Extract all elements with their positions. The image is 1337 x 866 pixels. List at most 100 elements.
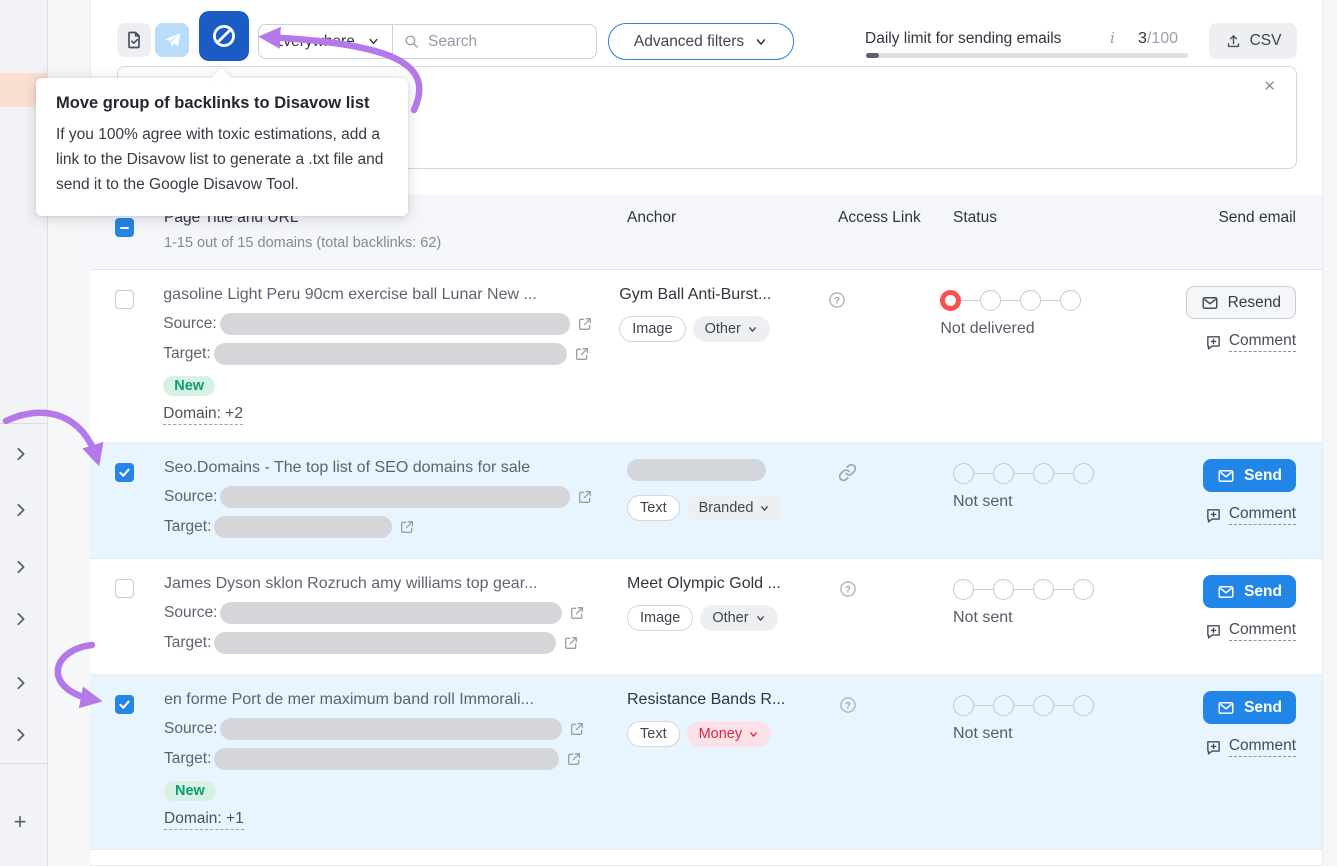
search-input[interactable]: Search — [393, 25, 596, 58]
anchor-type-tag: Text — [627, 721, 680, 747]
external-link-icon[interactable] — [574, 346, 590, 362]
chevron-down-icon — [748, 729, 759, 740]
table-body: gasoline Light Peru 90cm exercise ball L… — [90, 270, 1322, 866]
comment-link[interactable]: Comment — [1205, 332, 1296, 352]
info-icon[interactable]: i — [1110, 29, 1115, 47]
chevron-right-icon — [14, 447, 28, 461]
sidebar-expand-button[interactable] — [8, 554, 34, 580]
add-button[interactable]: + — [6, 808, 34, 836]
domain-link[interactable]: Domain: +1 — [164, 810, 244, 830]
sidebar-expand-button[interactable] — [8, 670, 34, 696]
source-url-redacted — [220, 313, 570, 335]
row-checkbox[interactable] — [115, 695, 134, 714]
sidebar-divider — [0, 423, 48, 424]
row-checkbox[interactable] — [115, 579, 134, 598]
external-link-icon[interactable] — [577, 489, 593, 505]
results-summary: 1-15 out of 15 domains (total backlinks:… — [164, 235, 441, 251]
svg-text:?: ? — [845, 700, 851, 710]
page-title[interactable]: James Dyson sklon Rozruch amy williams t… — [164, 575, 627, 593]
anchor-text: Resistance Bands R... — [627, 691, 838, 709]
move-to-disavow-button[interactable] — [199, 11, 249, 61]
external-link-icon[interactable] — [569, 605, 585, 621]
daily-limit-total: /100 — [1147, 30, 1178, 47]
external-link-icon[interactable] — [563, 635, 579, 651]
resend-label: Resend — [1228, 294, 1281, 312]
search-scope-value: Everywhere — [273, 33, 355, 51]
help-icon[interactable]: ? — [827, 290, 847, 310]
domain-link[interactable]: Domain: +2 — [163, 405, 243, 425]
chevron-down-icon — [759, 503, 770, 514]
external-link-icon[interactable] — [569, 721, 585, 737]
row-checkbox[interactable] — [115, 290, 134, 309]
anchor-type-tag: Image — [627, 605, 693, 631]
table-row-partial — [90, 850, 1322, 866]
send-emails-button[interactable] — [155, 23, 189, 57]
disavow-tooltip: Move group of backlinks to Disavow list … — [36, 78, 408, 216]
svg-text:?: ? — [834, 295, 840, 305]
page-title[interactable]: Seo.Domains - The top list of SEO domain… — [164, 459, 627, 477]
source-url-redacted — [220, 718, 562, 740]
sidebar-expand-button[interactable] — [8, 441, 34, 467]
sidebar-expand-button[interactable] — [8, 497, 34, 523]
sidebar-expand-button[interactable] — [8, 722, 34, 748]
anchor-category-dropdown[interactable]: Other — [693, 316, 770, 342]
envelope-icon — [1201, 294, 1219, 312]
search-field-group: Everywhere Search — [258, 24, 597, 59]
chevron-down-icon — [755, 613, 766, 624]
target-url-redacted — [214, 748, 559, 770]
daily-limit-value: 3/100 — [1138, 30, 1178, 48]
status-text: Not delivered — [940, 320, 1185, 338]
status-stepper — [953, 695, 1202, 716]
chevron-right-icon — [14, 728, 28, 742]
right-gutter — [1322, 0, 1337, 866]
access-link-icon[interactable] — [838, 463, 857, 482]
page-title[interactable]: en forme Port de mer maximum band roll I… — [164, 691, 627, 709]
svg-text:?: ? — [845, 584, 851, 594]
comment-link[interactable]: Comment — [1205, 505, 1296, 525]
help-icon[interactable]: ? — [838, 695, 858, 715]
export-csv-button[interactable]: CSV — [1209, 23, 1297, 59]
comment-plus-icon — [1205, 739, 1222, 756]
daily-limit-progress-bar — [866, 53, 1188, 58]
status-stepper — [940, 290, 1185, 311]
daily-limit-label: Daily limit for sending emails — [865, 30, 1061, 48]
send-email-button[interactable]: Send — [1203, 459, 1296, 492]
column-send-email: Send email — [1218, 209, 1296, 227]
new-badge: New — [164, 781, 216, 801]
advanced-filters-button[interactable]: Advanced filters — [608, 23, 794, 60]
chevron-right-icon — [14, 612, 28, 626]
search-scope-dropdown[interactable]: Everywhere — [259, 25, 393, 58]
external-link-icon[interactable] — [399, 519, 415, 535]
table-row: James Dyson sklon Rozruch amy williams t… — [90, 559, 1322, 675]
external-link-icon[interactable] — [566, 751, 582, 767]
column-status: Status — [953, 209, 997, 227]
anchor-category-dropdown[interactable]: Branded — [687, 495, 783, 521]
chevron-right-icon — [14, 676, 28, 690]
page-title[interactable]: gasoline Light Peru 90cm exercise ball L… — [163, 286, 619, 304]
resend-email-button[interactable]: Resend — [1186, 286, 1296, 319]
export-report-button[interactable] — [117, 23, 151, 57]
anchor-category-dropdown[interactable]: Other — [700, 605, 777, 631]
comment-plus-icon — [1205, 623, 1222, 640]
source-url-redacted — [220, 602, 562, 624]
help-icon[interactable]: ? — [838, 579, 858, 599]
external-link-icon[interactable] — [577, 316, 593, 332]
status-text: Not sent — [953, 725, 1202, 743]
close-icon[interactable]: ✕ — [1263, 77, 1276, 95]
new-badge: New — [163, 376, 215, 396]
row-checkbox[interactable] — [115, 463, 134, 482]
comment-link[interactable]: Comment — [1205, 737, 1296, 757]
send-email-button[interactable]: Send — [1203, 575, 1296, 608]
search-icon — [403, 33, 420, 50]
send-label: Send — [1244, 583, 1282, 601]
disavow-no-entry-icon — [210, 22, 238, 50]
sidebar-expand-button[interactable] — [8, 606, 34, 632]
anchor-category-dropdown[interactable]: Money — [687, 721, 772, 747]
comment-link[interactable]: Comment — [1205, 621, 1296, 641]
paper-plane-icon — [163, 31, 182, 50]
envelope-icon — [1217, 467, 1235, 485]
send-email-button[interactable]: Send — [1203, 691, 1296, 724]
send-label: Send — [1244, 699, 1282, 717]
csv-label: CSV — [1250, 32, 1282, 50]
select-all-checkbox[interactable] — [115, 218, 134, 237]
